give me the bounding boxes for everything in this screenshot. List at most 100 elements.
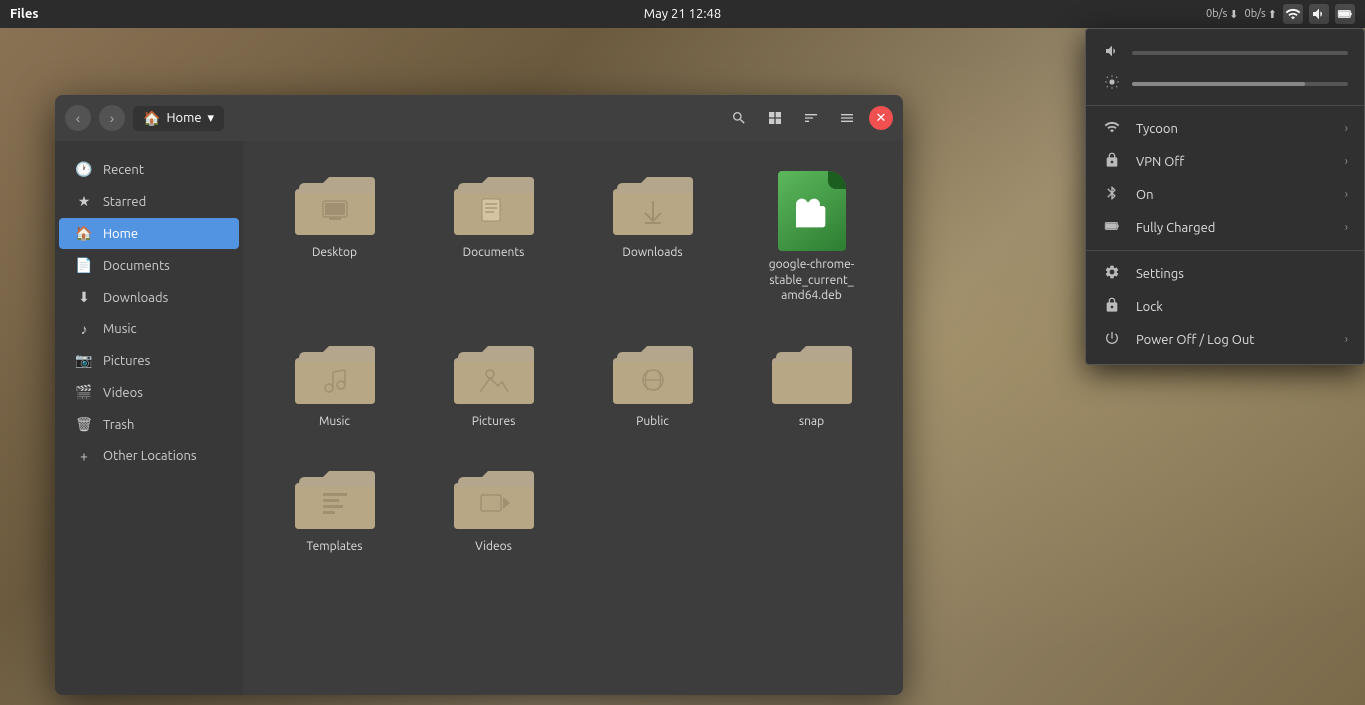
topbar: Files May 21 12:48 0b/s ⬇ 0b/s ⬆ (0, 0, 1365, 28)
power-menu-icon (1102, 330, 1122, 349)
sidebar-label-music: Music (103, 322, 137, 336)
chrome-deb-label: google-chrome-stable_current_amd64.deb (769, 257, 855, 304)
documents-folder-icon (454, 171, 534, 239)
vpn-menu-item[interactable]: VPN Off › (1086, 145, 1364, 178)
folder-snap[interactable]: snap (740, 330, 883, 440)
public-folder-label: Public (636, 414, 669, 430)
speaker-topbar-icon[interactable] (1309, 4, 1329, 24)
sidebar-item-music[interactable]: ♪ Music (59, 314, 239, 344)
net-download-stat: 0b/s ⬇ (1206, 8, 1239, 21)
file-chrome-deb[interactable]: google-chrome-stable_current_amd64.deb (740, 161, 883, 314)
sort-button[interactable] (797, 104, 825, 132)
sidebar-label-documents: Documents (103, 259, 170, 273)
divider-1 (1086, 105, 1364, 106)
sidebar-label-pictures: Pictures (103, 354, 150, 368)
folder-music[interactable]: Music (263, 330, 406, 440)
starred-icon: ★ (75, 193, 93, 210)
folder-videos[interactable]: Videos (422, 455, 565, 565)
documents-label: Documents (463, 245, 525, 261)
sidebar-label-videos: Videos (103, 386, 143, 400)
volume-row (1086, 37, 1364, 68)
recent-icon: 🕐 (75, 161, 93, 178)
snap-folder-label: snap (799, 414, 824, 430)
location-text: Home (166, 111, 201, 125)
desktop-label: Desktop (312, 245, 357, 261)
brightness-slider[interactable] (1132, 82, 1348, 86)
folder-grid: Desktop Documents (263, 161, 883, 565)
other-locations-icon: + (75, 448, 93, 464)
fm-titlebar: ‹ › 🏠 Home ▾ ✕ (55, 95, 903, 141)
menu-button[interactable] (833, 104, 861, 132)
battery-menu-item[interactable]: Fully Charged › (1086, 211, 1364, 244)
fm-body: 🕐 Recent ★ Starred 🏠 Home 📄 Documents ⬇ … (55, 141, 903, 695)
sidebar-item-trash[interactable]: 🗑 Trash (59, 409, 239, 440)
sidebar-label-recent: Recent (103, 163, 144, 177)
folder-downloads[interactable]: Downloads (581, 161, 724, 314)
battery-menu-icon (1102, 218, 1122, 237)
folder-pictures[interactable]: Pictures (422, 330, 565, 440)
wifi-topbar-icon[interactable] (1283, 4, 1303, 24)
sidebar-item-starred[interactable]: ★ Starred (59, 186, 239, 217)
folder-desktop[interactable]: Desktop (263, 161, 406, 314)
bluetooth-label: On (1136, 188, 1331, 202)
sidebar-item-pictures[interactable]: 📷 Pictures (59, 345, 239, 376)
folder-documents[interactable]: Documents (422, 161, 565, 314)
back-button[interactable]: ‹ (65, 105, 91, 131)
sidebar-item-home[interactable]: 🏠 Home (59, 218, 239, 249)
forward-button[interactable]: › (99, 105, 125, 131)
wifi-arrow: › (1345, 122, 1348, 135)
close-button[interactable]: ✕ (869, 106, 893, 130)
system-menu: Tycoon › VPN Off › On › Fully Charged › … (1085, 28, 1365, 365)
bluetooth-menu-item[interactable]: On › (1086, 178, 1364, 211)
bluetooth-arrow: › (1345, 188, 1348, 201)
volume-slider[interactable] (1132, 51, 1348, 55)
battery-topbar-icon[interactable] (1335, 4, 1355, 24)
net-upload-stat: 0b/s ⬆ (1245, 8, 1278, 21)
sidebar-label-trash: Trash (103, 418, 134, 432)
sidebar-label-downloads: Downloads (103, 291, 168, 305)
snap-folder-icon (772, 340, 852, 408)
battery-label: Fully Charged (1136, 221, 1331, 235)
downloads-folder-icon (613, 171, 693, 239)
sidebar-label-other-locations: Other Locations (103, 449, 197, 463)
fm-sidebar: 🕐 Recent ★ Starred 🏠 Home 📄 Documents ⬇ … (55, 141, 243, 695)
battery-arrow: › (1345, 221, 1348, 234)
file-manager-window: ‹ › 🏠 Home ▾ ✕ 🕐 Recent (55, 95, 903, 695)
sidebar-item-downloads[interactable]: ⬇ Downloads (59, 282, 239, 313)
folder-public[interactable]: Public (581, 330, 724, 440)
downloads-icon: ⬇ (75, 289, 93, 306)
deb-file-icon (778, 171, 846, 251)
wifi-menu-item[interactable]: Tycoon › (1086, 112, 1364, 145)
lock-menu-item[interactable]: Lock (1086, 290, 1364, 323)
sidebar-item-videos[interactable]: 🎬 Videos (59, 377, 239, 408)
wifi-menu-icon (1102, 119, 1122, 138)
pictures-folder-label: Pictures (472, 414, 516, 430)
brightness-icon (1102, 74, 1122, 93)
sidebar-item-recent[interactable]: 🕐 Recent (59, 154, 239, 185)
desktop-folder-icon (295, 171, 375, 239)
sidebar-item-other-locations[interactable]: + Other Locations (59, 441, 239, 471)
location-dropdown-icon: ▾ (208, 111, 215, 126)
location-bar[interactable]: 🏠 Home ▾ (133, 106, 224, 131)
vpn-label: VPN Off (1136, 155, 1331, 169)
topbar-right: 0b/s ⬇ 0b/s ⬆ (1206, 4, 1355, 24)
lock-menu-icon (1102, 297, 1122, 316)
fm-content: Desktop Documents (243, 141, 903, 695)
videos-icon: 🎬 (75, 384, 93, 401)
power-menu-item[interactable]: Power Off / Log Out › (1086, 323, 1364, 356)
vpn-arrow: › (1345, 155, 1348, 168)
search-button[interactable] (725, 104, 753, 132)
pictures-icon: 📷 (75, 352, 93, 369)
settings-menu-item[interactable]: Settings (1086, 257, 1364, 290)
bluetooth-menu-icon (1102, 185, 1122, 204)
folder-templates[interactable]: Templates (263, 455, 406, 565)
sidebar-label-home: Home (103, 227, 138, 241)
sidebar-item-documents[interactable]: 📄 Documents (59, 250, 239, 281)
trash-icon: 🗑 (75, 416, 93, 433)
music-icon: ♪ (75, 321, 93, 337)
view-toggle-button[interactable] (761, 104, 789, 132)
videos-folder-icon (454, 465, 534, 533)
home-icon: 🏠 (143, 110, 160, 127)
templates-folder-label: Templates (307, 539, 363, 555)
volume-icon (1102, 43, 1122, 62)
